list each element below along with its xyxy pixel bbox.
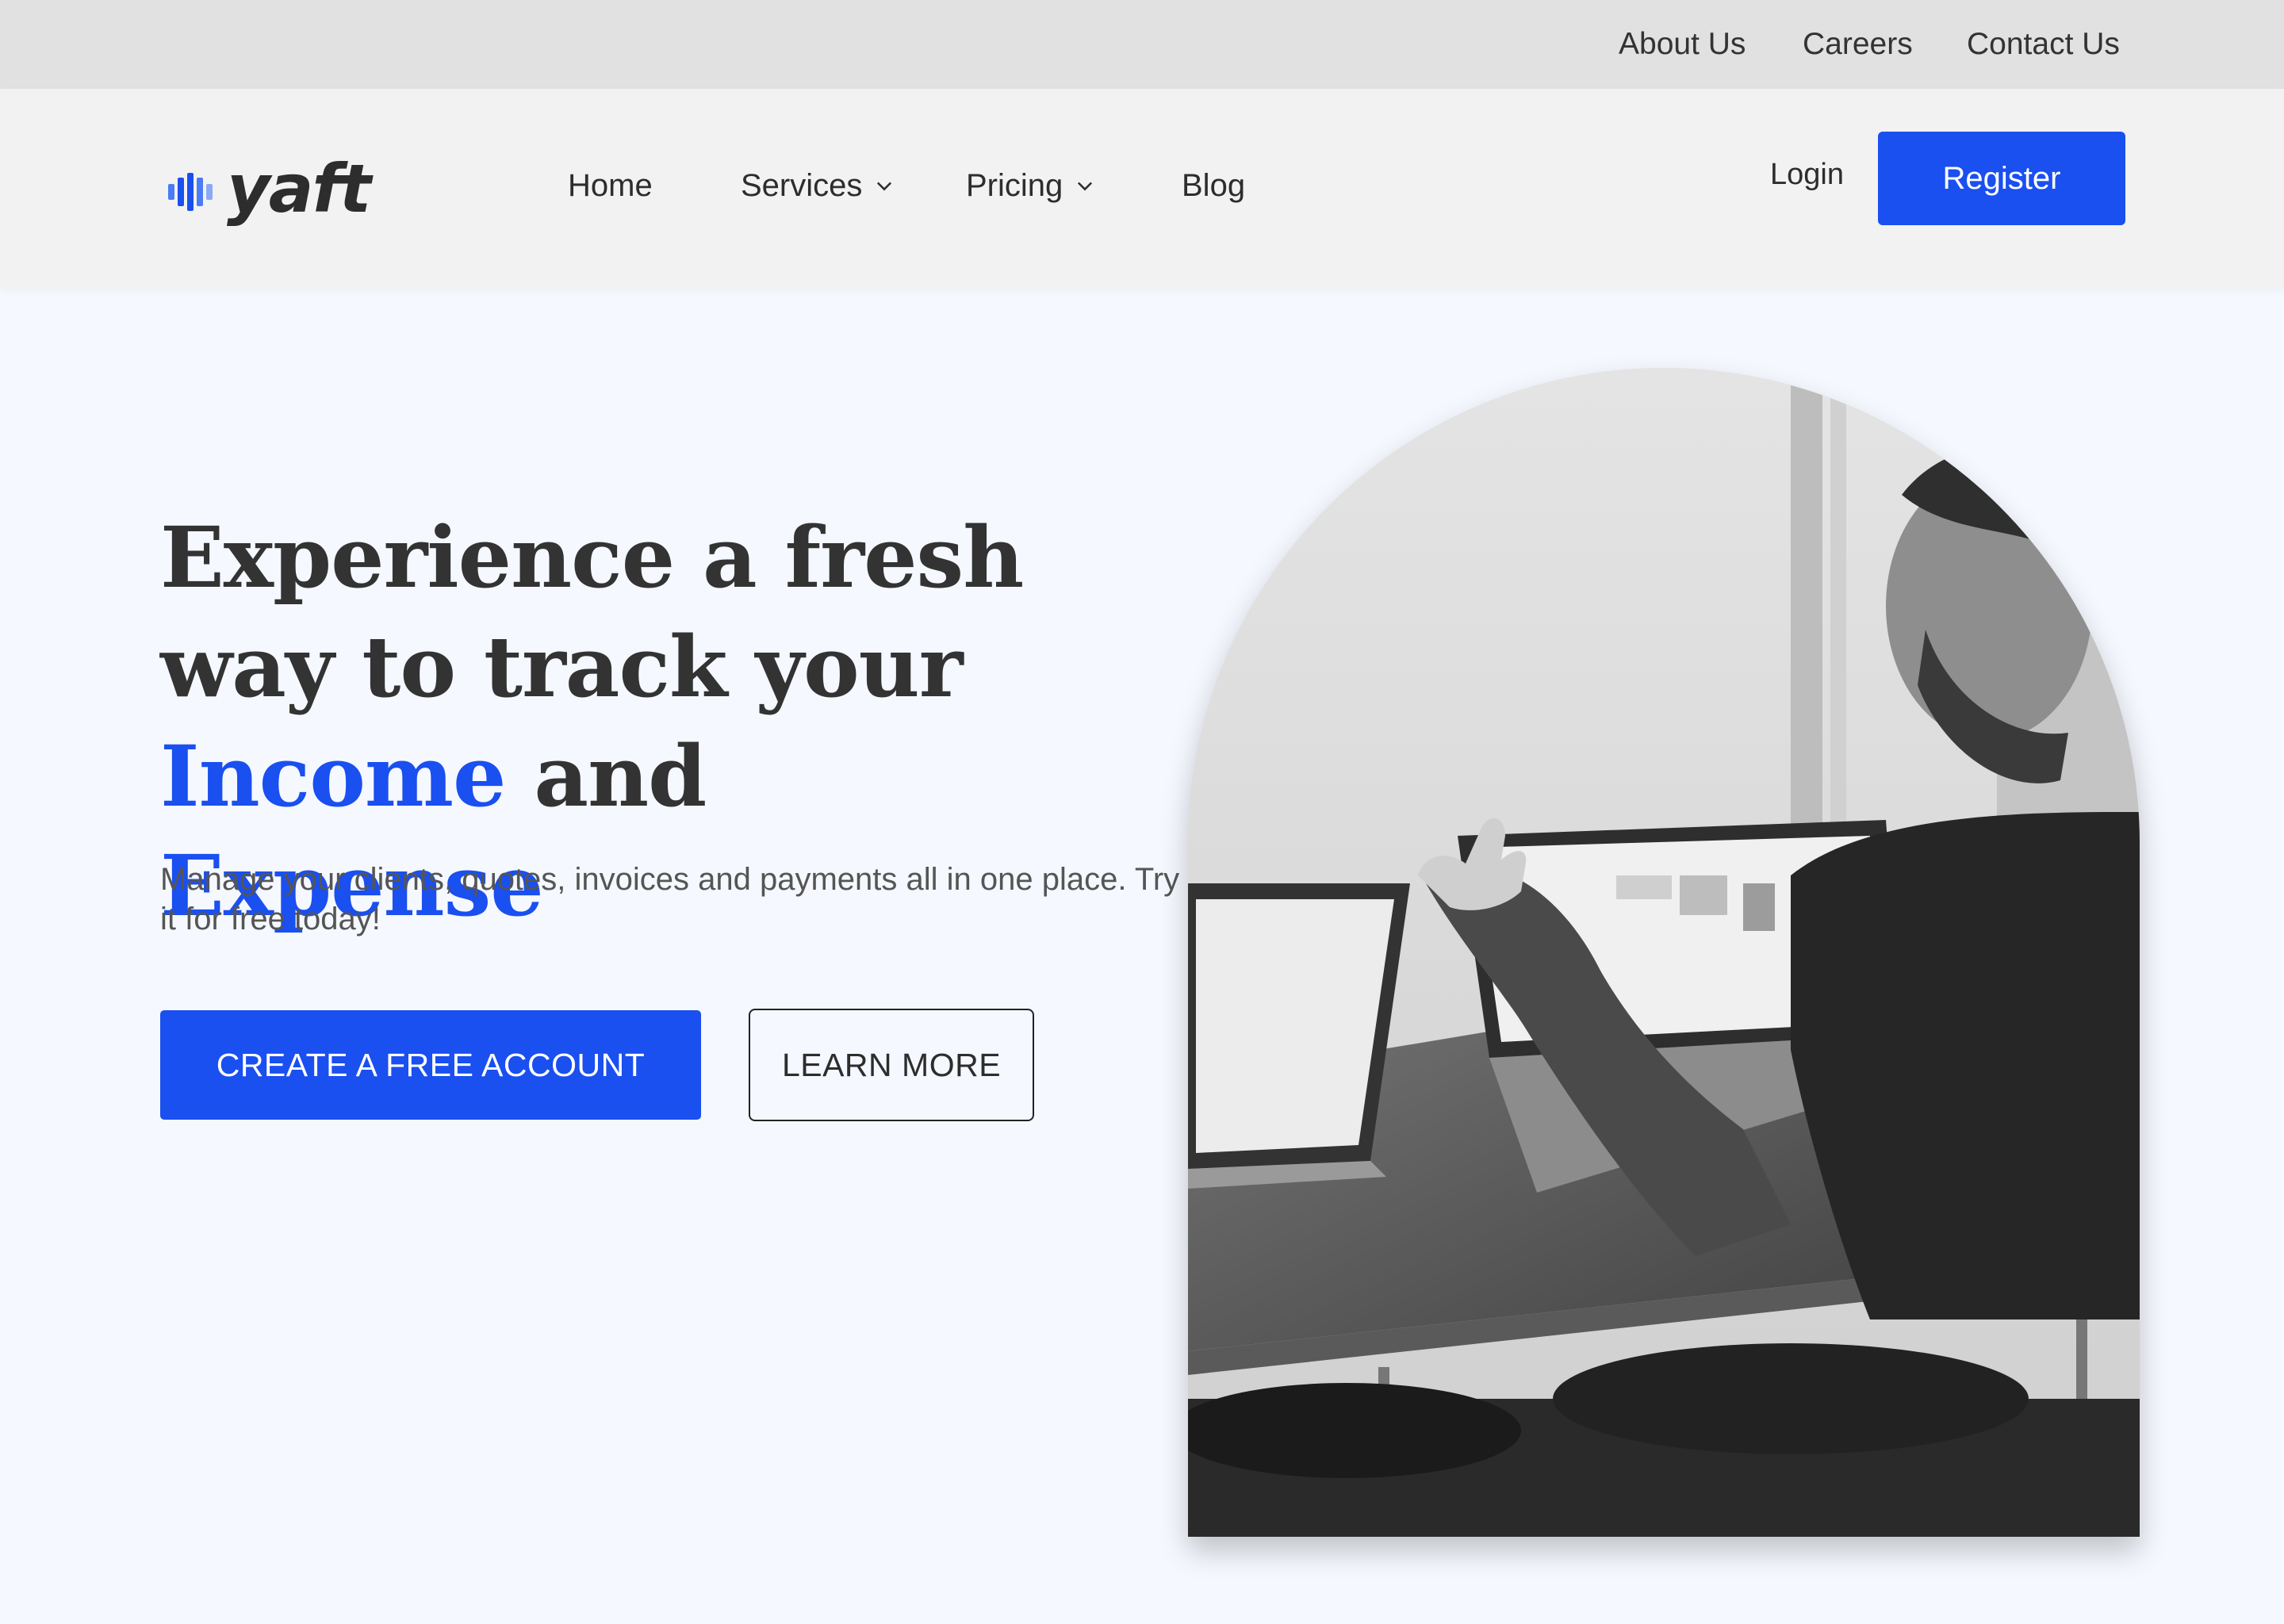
nav-services[interactable]: Services	[741, 152, 895, 219]
nav-home[interactable]: Home	[568, 152, 653, 219]
hero-subtext: Manage your clients, quotes, invoices an…	[160, 862, 1180, 936]
logo[interactable]: yaft	[168, 144, 374, 239]
headline-text-2: and	[505, 726, 707, 825]
hero-image	[1188, 368, 2140, 1537]
top-utility-bar: About Us Careers Contact Us	[0, 0, 2284, 89]
nav-pricing[interactable]: Pricing	[966, 152, 1096, 219]
learn-more-button[interactable]: LEARN MORE	[749, 1009, 1034, 1121]
nav-home-label: Home	[568, 168, 653, 203]
headline-accent-income: Income	[160, 726, 506, 825]
nav-blog-label: Blog	[1182, 168, 1246, 203]
careers-link[interactable]: Careers	[1803, 22, 1913, 67]
office-photo-illustration	[1188, 368, 2140, 1537]
chevron-down-icon	[1078, 182, 1093, 191]
logo-text: yaft	[227, 150, 371, 228]
create-account-button[interactable]: CREATE A FREE ACCOUNT	[160, 1010, 701, 1120]
login-link[interactable]: Login	[1770, 143, 1844, 206]
headline-text-1: Experience a fresh way to track your	[160, 508, 1024, 716]
nav-blog[interactable]: Blog	[1182, 152, 1245, 219]
nav-pricing-label: Pricing	[966, 168, 1063, 203]
register-button[interactable]: Register	[1878, 132, 2125, 225]
about-us-link[interactable]: About Us	[1619, 22, 1746, 67]
audio-bars-icon	[168, 173, 213, 211]
contact-us-link[interactable]: Contact Us	[1967, 22, 2120, 67]
chevron-down-icon	[877, 182, 892, 191]
nav-services-label: Services	[741, 168, 863, 203]
